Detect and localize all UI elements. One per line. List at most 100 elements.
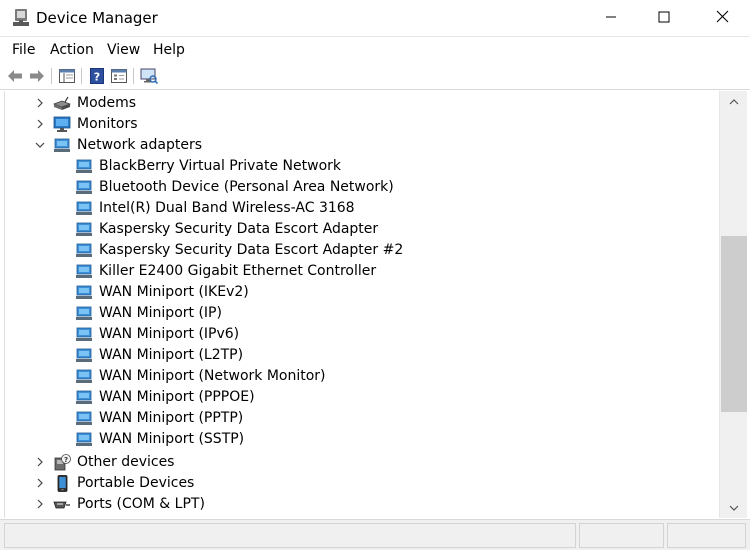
title-bar: Device Manager: [0, 0, 750, 37]
tree-item-label: Kaspersky Security Data Escort Adapter #…: [99, 242, 404, 258]
tree-item-adapter[interactable]: WAN Miniport (SSTP): [5, 429, 718, 450]
network-adapter-icon: [75, 326, 93, 343]
network-adapter-icon: [75, 368, 93, 385]
tree-item-adapter[interactable]: WAN Miniport (Network Monitor): [5, 366, 718, 387]
tree-item-label: WAN Miniport (PPTP): [99, 410, 244, 426]
scan-hardware-changes-icon[interactable]: [140, 67, 158, 85]
chevron-right-icon[interactable]: [33, 117, 47, 131]
tree-item-label: WAN Miniport (IKEv2): [99, 284, 249, 300]
tree-item-adapter[interactable]: WAN Miniport (PPPOE): [5, 387, 718, 408]
maximize-button[interactable]: [638, 0, 690, 37]
help-icon[interactable]: ?: [88, 67, 106, 85]
tree-item-adapter[interactable]: BlackBerry Virtual Private Network: [5, 156, 718, 177]
tree-item-label: Intel(R) Dual Band Wireless-AC 3168: [99, 200, 355, 216]
network-adapter-icon: [75, 389, 93, 406]
menu-view[interactable]: View: [107, 42, 140, 58]
forward-arrow-icon[interactable]: [28, 67, 46, 85]
network-adapter-icon: [75, 221, 93, 238]
tree-item-label: WAN Miniport (L2TP): [99, 347, 244, 363]
network-adapter-icon: [75, 242, 93, 259]
vertical-scrollbar[interactable]: [719, 91, 747, 518]
close-icon: [716, 10, 729, 27]
svg-text:?: ?: [94, 71, 100, 84]
menu-file[interactable]: File: [12, 42, 35, 58]
tree-category-other-devices[interactable]: ? Other devices: [5, 452, 718, 473]
tree-item-label: Monitors: [77, 116, 138, 132]
tree-item-label: Bluetooth Device (Personal Area Network): [99, 179, 394, 195]
scrollbar-thumb[interactable]: [721, 236, 747, 412]
device-tree[interactable]: Modems Monitors Network adapters BlackBe…: [4, 91, 718, 518]
tree-item-label: BlackBerry Virtual Private Network: [99, 158, 342, 174]
network-adapter-icon: [75, 158, 93, 175]
menu-action[interactable]: Action: [50, 42, 94, 58]
tree-category-monitors[interactable]: Monitors: [5, 114, 718, 135]
status-pane: [579, 523, 664, 548]
toolbar-separator: [81, 68, 82, 84]
tree-item-label: Portable Devices: [77, 475, 195, 491]
scroll-down-icon[interactable]: [720, 499, 748, 516]
network-adapter-icon: [75, 179, 93, 196]
network-adapter-icon: [75, 431, 93, 448]
tree-item-adapter[interactable]: WAN Miniport (IKEv2): [5, 282, 718, 303]
tree-item-adapter[interactable]: WAN Miniport (IPv6): [5, 324, 718, 345]
show-hide-console-tree-icon[interactable]: [58, 67, 76, 85]
network-adapter-icon: [75, 263, 93, 280]
port-icon: [53, 496, 71, 513]
status-pane: [667, 523, 746, 548]
tree-item-label: Modems: [77, 95, 137, 111]
chevron-right-icon[interactable]: [33, 476, 47, 490]
network-adapter-icon: [75, 410, 93, 427]
tree-category-modems[interactable]: Modems: [5, 93, 718, 114]
chevron-down-icon[interactable]: [33, 138, 47, 152]
toolbar: ?: [0, 63, 750, 90]
tree-category-portable-devices[interactable]: Portable Devices: [5, 473, 718, 494]
tree-item-label: WAN Miniport (IPv6): [99, 326, 240, 342]
tree-item-adapter[interactable]: Intel(R) Dual Band Wireless-AC 3168: [5, 198, 718, 219]
maximize-icon: [658, 11, 670, 27]
tree-item-adapter[interactable]: WAN Miniport (IP): [5, 303, 718, 324]
chevron-right-icon[interactable]: [33, 455, 47, 469]
network-adapter-icon: [75, 200, 93, 217]
modem-icon: [52, 95, 72, 112]
network-adapter-icon: [53, 137, 71, 154]
tree-item-adapter[interactable]: Bluetooth Device (Personal Area Network): [5, 177, 718, 198]
tree-item-adapter[interactable]: WAN Miniport (L2TP): [5, 345, 718, 366]
network-adapter-icon: [75, 305, 93, 322]
portable-device-icon: [53, 475, 71, 492]
tree-item-label: Network adapters: [77, 137, 202, 153]
status-pane: [4, 523, 576, 548]
device-manager-icon: [12, 8, 30, 28]
toolbar-separator: [133, 68, 134, 84]
monitor-icon: [53, 116, 71, 133]
chevron-right-icon[interactable]: [33, 96, 47, 110]
status-bar: [0, 519, 750, 550]
tree-item-label: Other devices: [77, 454, 175, 470]
tree-item-adapter[interactable]: WAN Miniport (PPTP): [5, 408, 718, 429]
tree-item-label: WAN Miniport (Network Monitor): [99, 368, 326, 384]
menu-bar: File Action View Help: [0, 38, 750, 63]
network-adapter-icon: [75, 284, 93, 301]
tree-category-network-adapters[interactable]: Network adapters: [5, 135, 718, 156]
minimize-button[interactable]: [585, 0, 637, 37]
toolbar-separator: [51, 68, 52, 84]
scroll-up-icon[interactable]: [720, 93, 748, 110]
tree-item-label: WAN Miniport (SSTP): [99, 431, 245, 447]
svg-text:?: ?: [64, 456, 68, 464]
properties-icon[interactable]: [110, 67, 128, 85]
back-arrow-icon[interactable]: [6, 67, 24, 85]
tree-item-adapter[interactable]: Kaspersky Security Data Escort Adapter: [5, 219, 718, 240]
close-button[interactable]: [696, 0, 748, 37]
tree-item-label: WAN Miniport (PPPOE): [99, 389, 255, 405]
tree-item-adapter[interactable]: Kaspersky Security Data Escort Adapter #…: [5, 240, 718, 261]
tree-item-label: Killer E2400 Gigabit Ethernet Controller: [99, 263, 377, 279]
tree-item-adapter[interactable]: Killer E2400 Gigabit Ethernet Controller: [5, 261, 718, 282]
network-adapter-icon: [75, 347, 93, 364]
chevron-right-icon[interactable]: [33, 497, 47, 511]
tree-category-ports[interactable]: Ports (COM & LPT): [5, 494, 718, 515]
tree-item-label: WAN Miniport (IP): [99, 305, 222, 321]
tree-item-label: Kaspersky Security Data Escort Adapter: [99, 221, 379, 237]
menu-help[interactable]: Help: [153, 42, 185, 58]
window-title: Device Manager: [36, 9, 158, 27]
unknown-device-icon: ?: [53, 454, 71, 471]
minimize-icon: [605, 11, 617, 27]
